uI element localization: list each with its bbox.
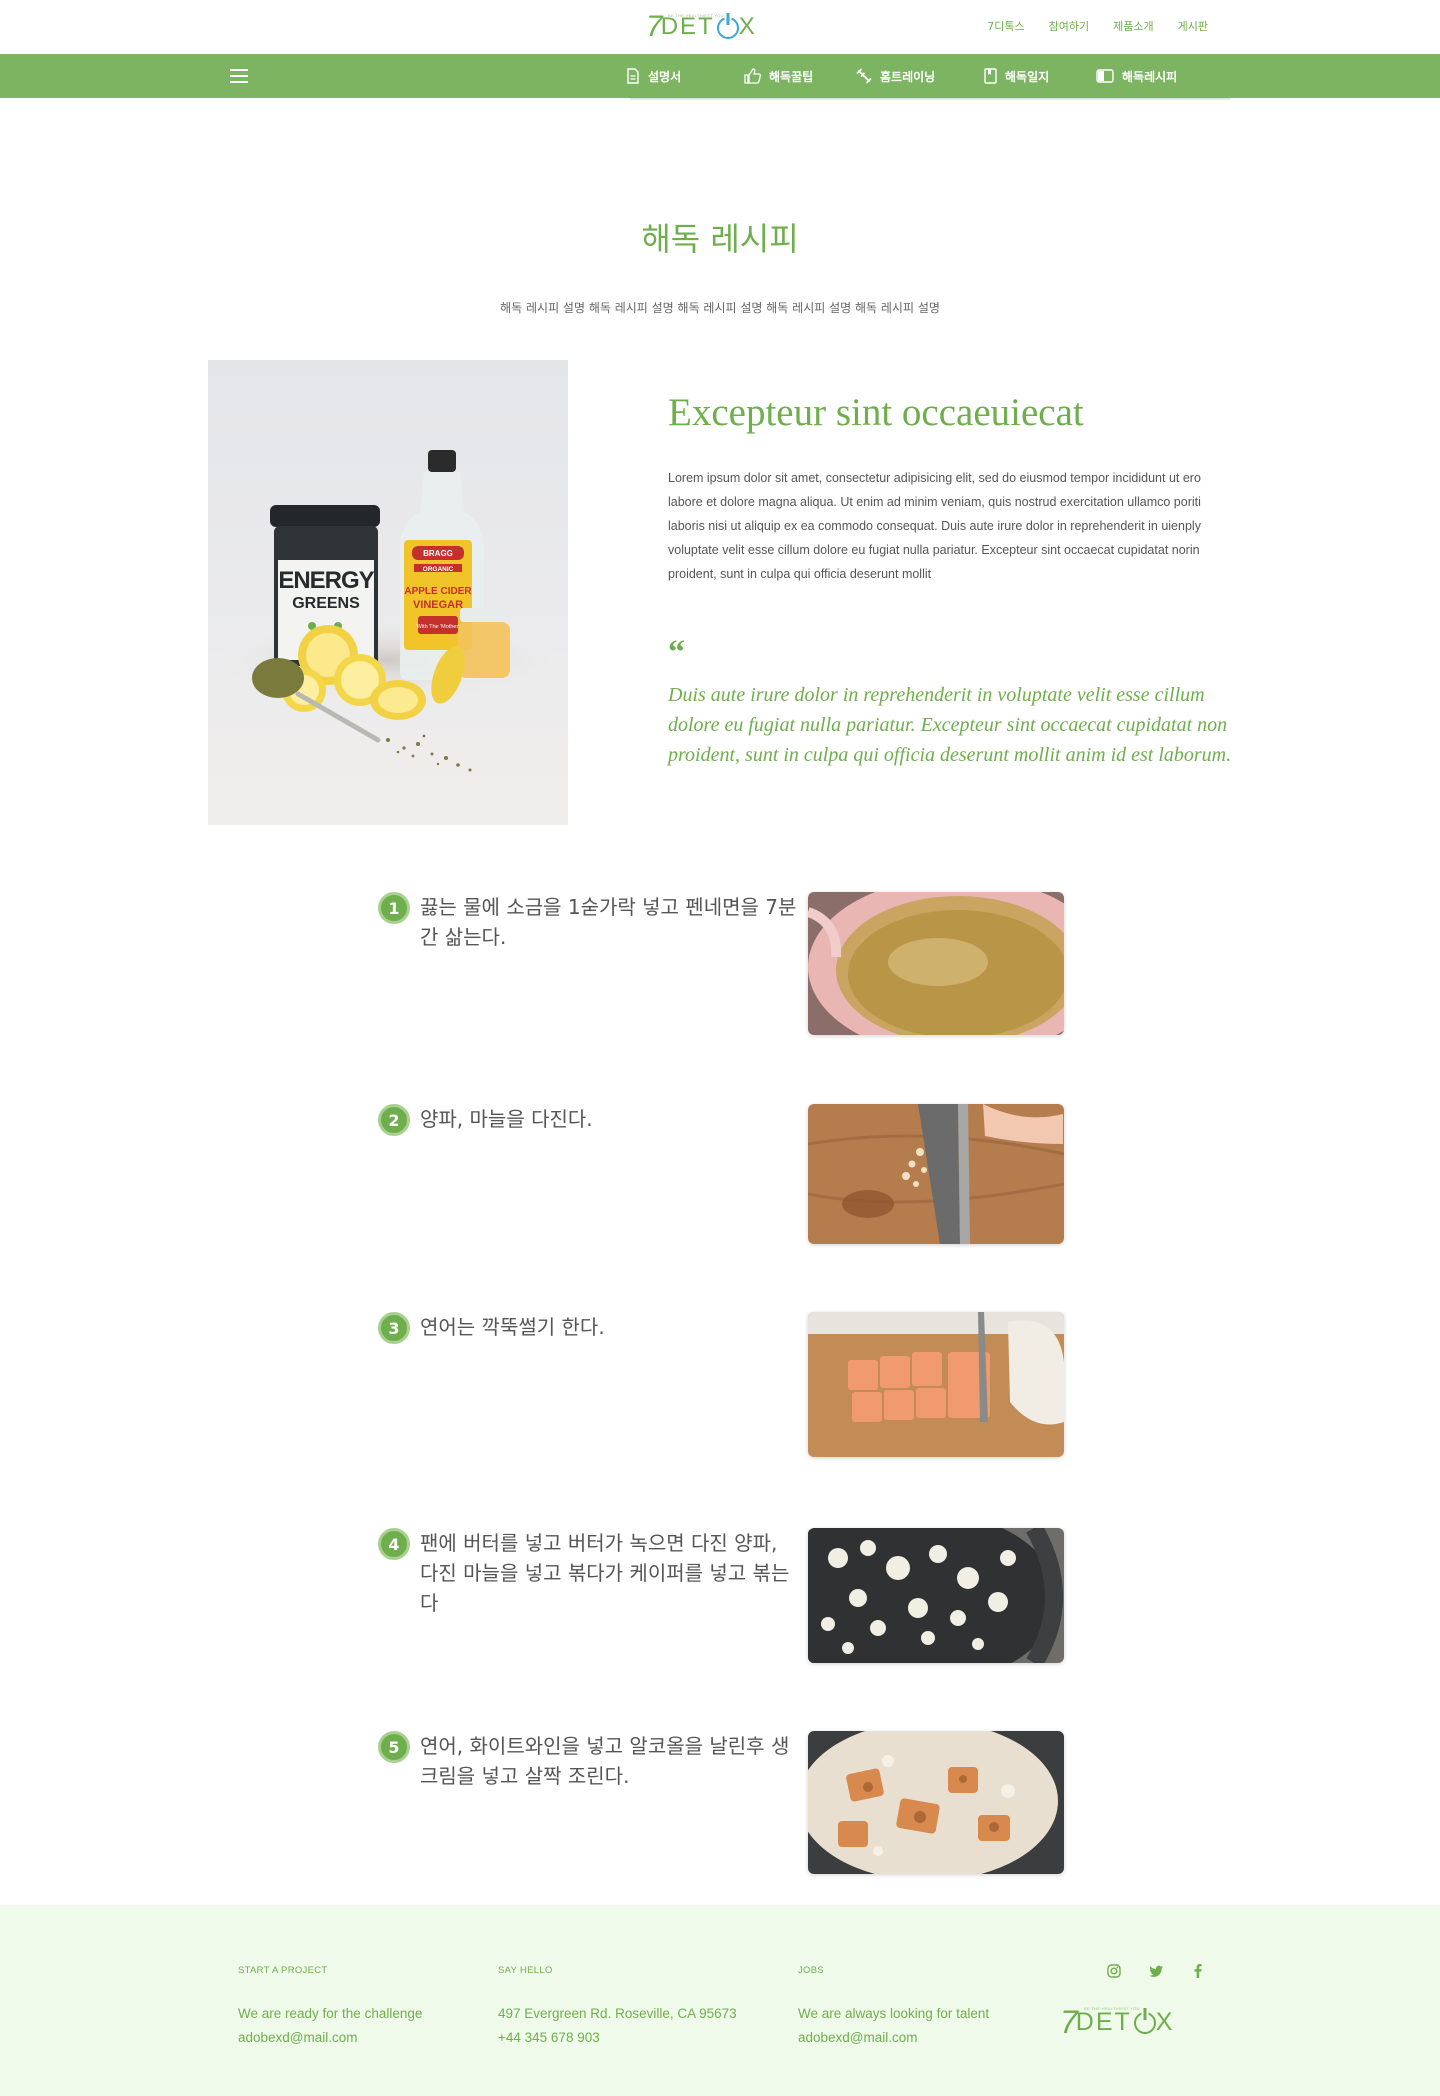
footer-email-link[interactable]: adobexd@mail.com: [798, 2026, 989, 2050]
feature-quote: Duis aute irure dolor in reprehenderit i…: [668, 684, 1232, 766]
footer-address: 497 Evergreen Rd. Roseville, CA 95673: [498, 2006, 737, 2021]
energy-label: ENERGY: [278, 567, 374, 594]
step-number-badge: 2: [378, 1104, 410, 1136]
step-text: 연어는 깍뚝썰기 한다.: [420, 1315, 605, 1339]
main-nav: 설명서 해독꿀팁 홈트레이닝 해독일지 해독레시피: [0, 54, 1440, 98]
vinegar-label: VINEGAR: [413, 599, 463, 611]
nav-label-journal: 해독일지: [1005, 69, 1050, 84]
step-photo-boiling-water: [808, 892, 1064, 1035]
footer: START A PROJECT We are ready for the cha…: [0, 1905, 1440, 2096]
hamburger-menu-icon[interactable]: [230, 69, 248, 83]
footer-text: We are ready for the challenge: [238, 2006, 423, 2021]
journal-icon: [984, 68, 997, 84]
quote-mark-icon: “: [668, 634, 685, 671]
footer-phone[interactable]: +44 345 678 903: [498, 2026, 737, 2050]
brand-logo[interactable]: BE THE HEALTHIEST YOU 7 DET X: [646, 12, 757, 42]
power-icon: [1133, 2012, 1156, 2034]
facebook-icon[interactable]: [1190, 1963, 1206, 1979]
step-photo-sauteing: [808, 1528, 1064, 1663]
bragg-label: BRAGG: [423, 549, 453, 558]
top-header: BE THE HEALTHIEST YOU 7 DET X 7디톡스 참여하기 …: [0, 0, 1440, 54]
logo-tagline: BE THE HEALTHIEST YOU: [668, 13, 724, 18]
nav-label-recipe: 해독레시피: [1122, 69, 1178, 84]
step-photo-chopping-garlic: [808, 1104, 1064, 1244]
step-photo-simmering: [808, 1731, 1064, 1874]
step-number-badge: 5: [378, 1731, 410, 1763]
footer-logo[interactable]: BE THE HEALTHIEST YOU 7 DET X: [1060, 2005, 1174, 2039]
nav-items: 설명서 해독꿀팁 홈트레이닝 해독일지 해독레시피: [626, 54, 1216, 98]
top-link-7detox[interactable]: 7디톡스: [987, 18, 1024, 34]
step-text: 양파, 마늘을 다진다.: [420, 1107, 593, 1131]
recipe-book-icon: [1096, 69, 1114, 83]
apple-cider-label: APPLE CIDER: [404, 586, 472, 597]
thumbs-up-icon: [744, 68, 761, 84]
organic-label: ORGANIC: [423, 566, 454, 573]
logo-word-b: X: [738, 13, 757, 40]
feature-title: Excepteur sint occaeuiecat: [668, 391, 1084, 434]
social-links: [1106, 1963, 1206, 1979]
step-text: 연어, 화이트와인을 넣고 알코올을 날린후 생크림을 넣고 살짝 조린다.: [420, 1734, 790, 1788]
logo-word-b: X: [1155, 2008, 1175, 2036]
dumbbell-icon: [856, 68, 872, 84]
document-icon: [627, 68, 639, 84]
nav-label-manual: 설명서: [648, 69, 682, 84]
footer-email-link[interactable]: adobexd@mail.com: [238, 2026, 422, 2050]
instagram-icon[interactable]: [1106, 1963, 1122, 1979]
step-number-badge: 1: [378, 892, 410, 924]
step-text: 끓는 물에 소금을 1숟가락 넣고 펜네면을 7분간 삶는다.: [420, 895, 797, 949]
nav-item-home-training[interactable]: 홈트레이닝: [856, 54, 984, 98]
nav-item-manual[interactable]: 설명서: [626, 54, 744, 98]
nav-label-tips: 해독꿀팁: [769, 69, 814, 84]
top-link-participate[interactable]: 참여하기: [1049, 18, 1089, 34]
footer-col-project: START A PROJECT We are ready for the cha…: [238, 1965, 422, 2050]
top-links: 7디톡스 참여하기 제품소개 게시판: [987, 18, 1208, 34]
logo-tagline: BE THE HEALTHIEST YOU: [1084, 2006, 1140, 2011]
step-number-badge: 3: [378, 1312, 410, 1344]
feature-image: BRAGG ORGANIC APPLE CIDER VINEGAR With T…: [208, 360, 568, 825]
footer-heading: SAY HELLO: [498, 1965, 553, 1976]
nav-item-tips[interactable]: 해독꿀팁: [744, 54, 856, 98]
mother-label: With The 'Mother': [417, 624, 460, 630]
top-link-products[interactable]: 제품소개: [1113, 18, 1153, 34]
footer-heading: JOBS: [798, 1965, 825, 1976]
twitter-icon[interactable]: [1148, 1963, 1164, 1979]
step-text: 팬에 버터를 넣고 버터가 녹으면 다진 양파, 다진 마늘을 넣고 볶다가 케…: [420, 1531, 790, 1615]
nav-item-journal[interactable]: 해독일지: [984, 54, 1096, 98]
page-title: 해독 레시피: [641, 220, 799, 258]
top-link-board[interactable]: 게시판: [1178, 18, 1208, 34]
page-description: 해독 레시피 설명 해독 레시피 설명 해독 레시피 설명 해독 레시피 설명 …: [500, 301, 940, 315]
nav-label-home-training: 홈트레이닝: [880, 69, 936, 84]
footer-col-hello: SAY HELLO 497 Evergreen Rd. Roseville, C…: [498, 1965, 737, 2050]
step-photo-salmon: [808, 1312, 1064, 1457]
nav-item-recipe[interactable]: 해독레시피: [1096, 54, 1216, 98]
nav-shadow: [630, 98, 1230, 101]
footer-col-jobs: JOBS We are always looking for talent ad…: [798, 1965, 989, 2050]
feature-body: Lorem ipsum dolor sit amet, consectetur …: [668, 471, 1201, 581]
footer-heading: START A PROJECT: [238, 1965, 328, 1976]
step-number-badge: 4: [378, 1528, 410, 1560]
footer-text: We are always looking for talent: [798, 2006, 990, 2021]
greens-label: GREENS: [292, 595, 360, 612]
power-icon: [716, 17, 739, 39]
